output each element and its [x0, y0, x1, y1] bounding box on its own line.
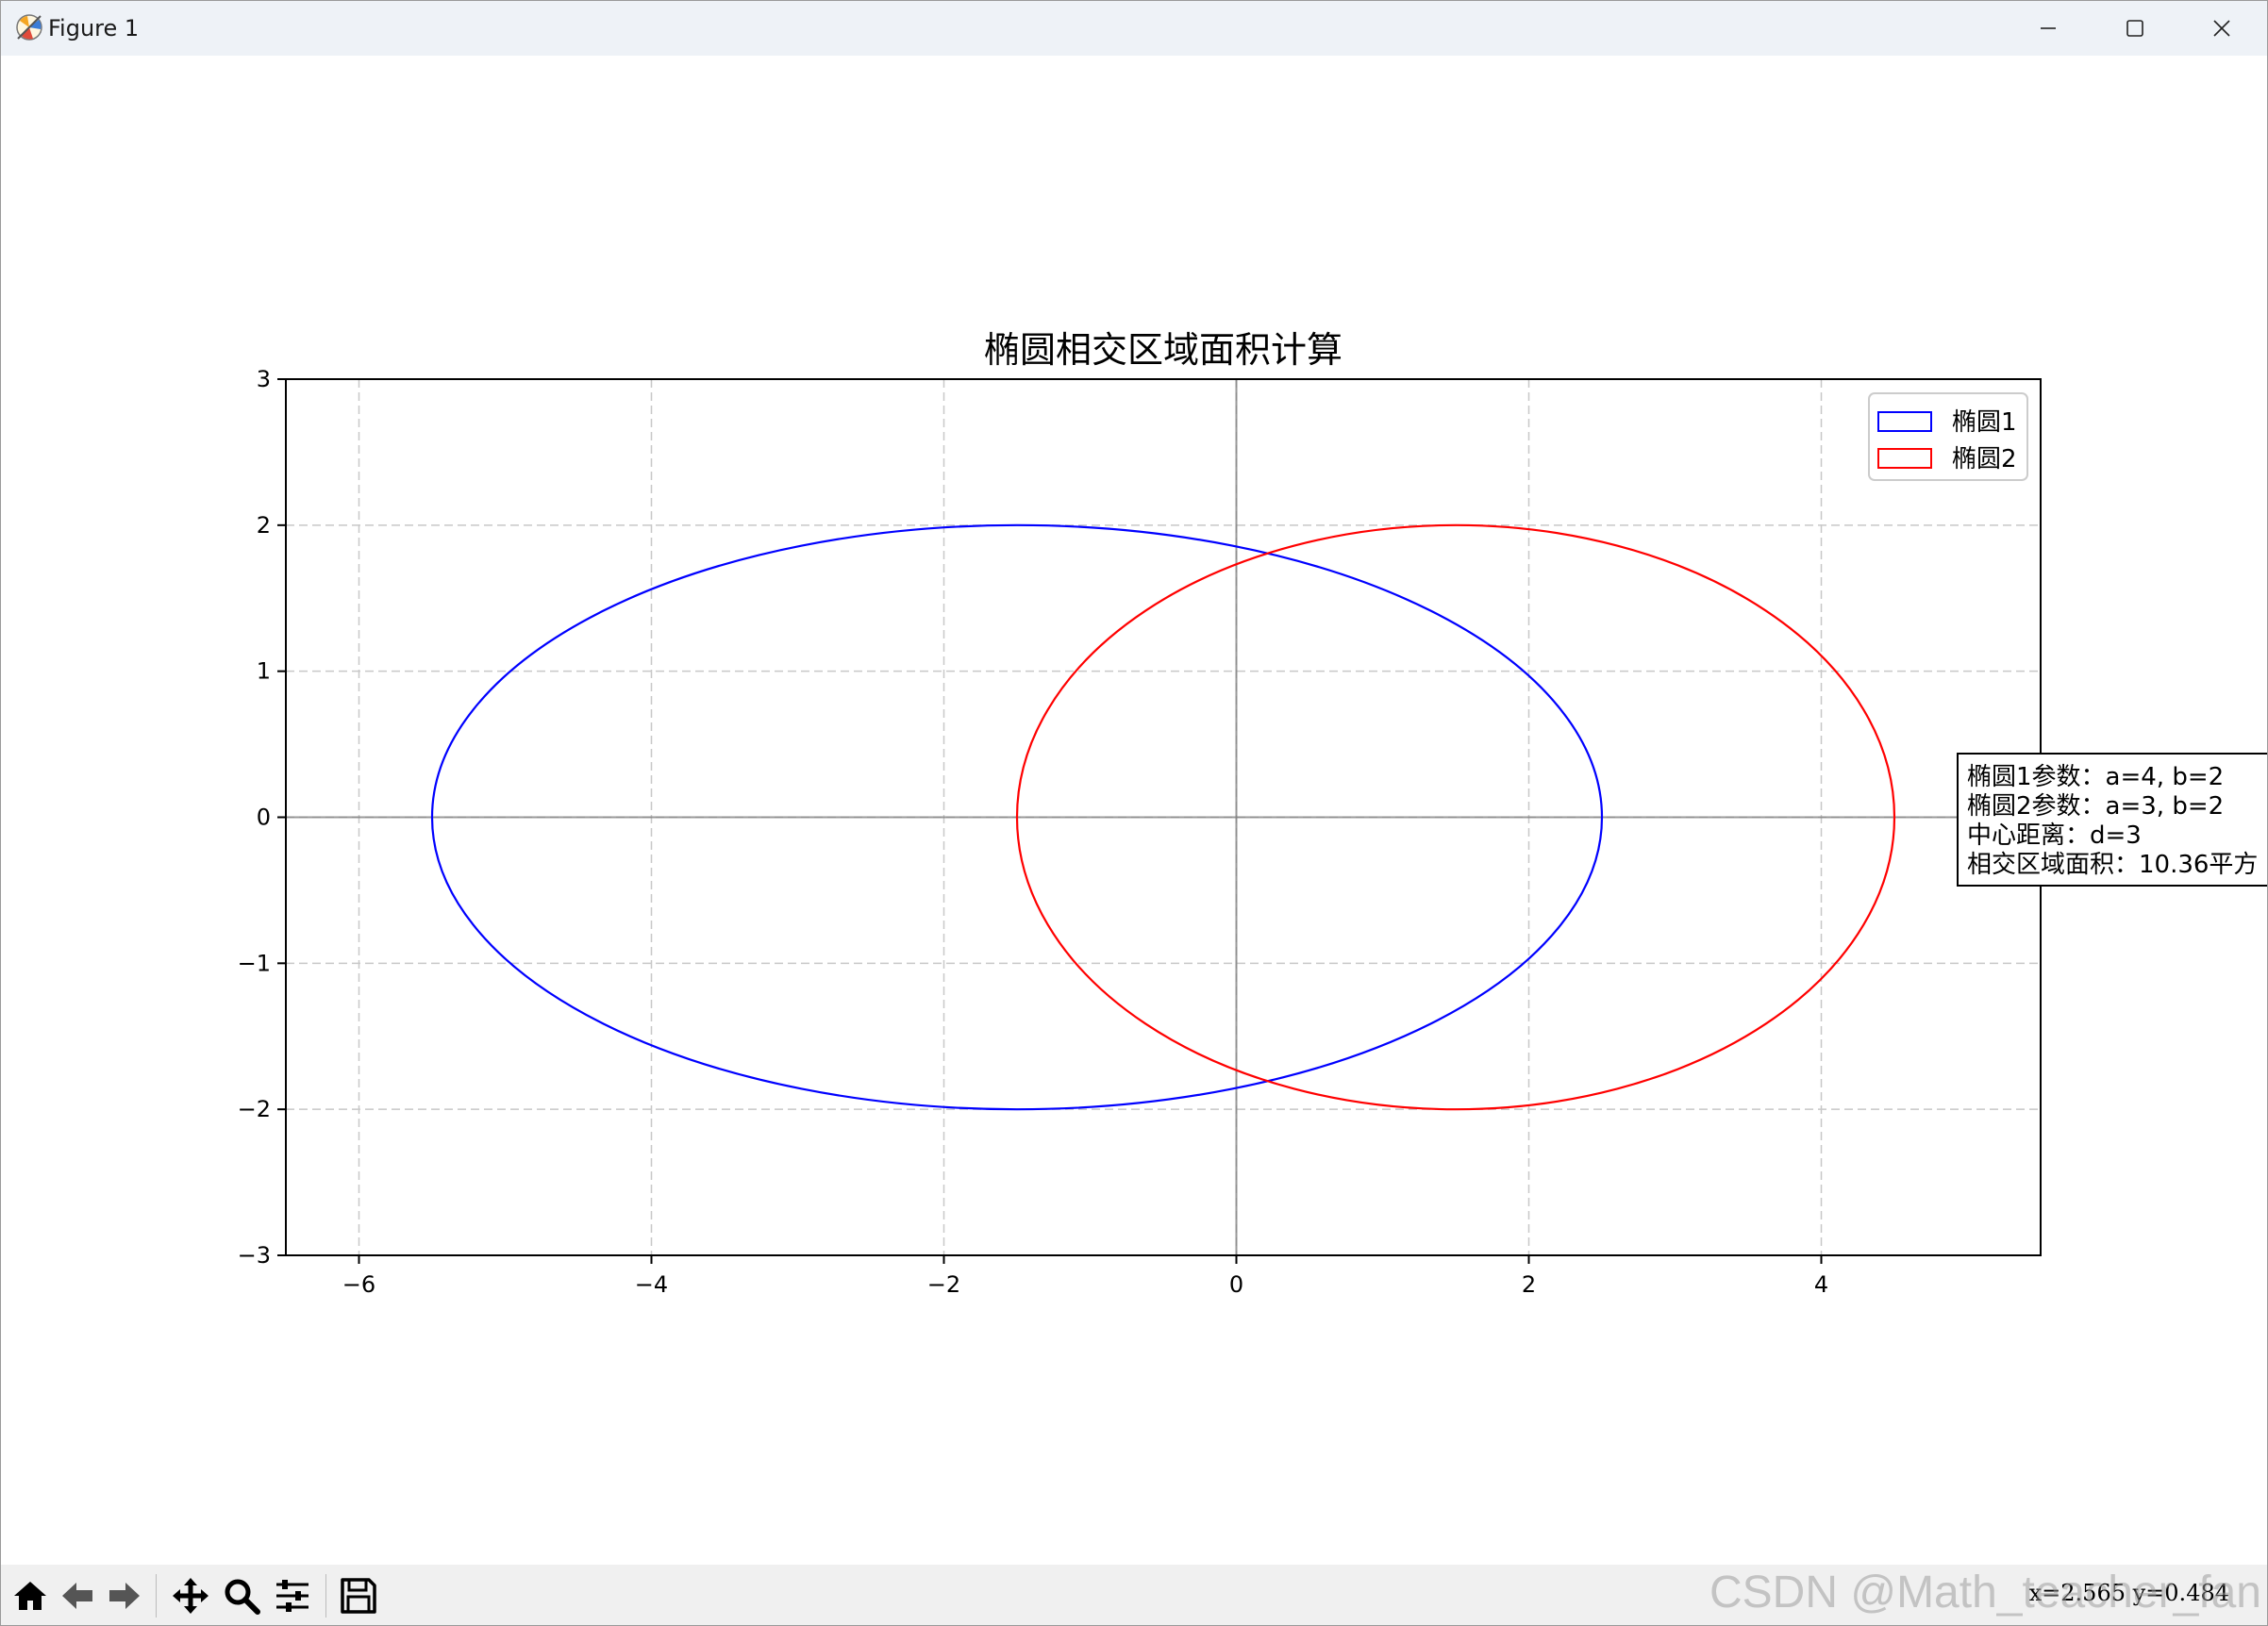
- arrow-left-icon: [62, 1583, 92, 1609]
- toolbar-separator: [156, 1574, 157, 1618]
- maximize-icon: [2126, 20, 2143, 37]
- y-tick-label: 3: [257, 366, 271, 392]
- reference-lines: [286, 379, 2041, 1255]
- close-icon: [2213, 20, 2230, 37]
- annotation-line: 中心距离：d=3: [1967, 821, 2142, 850]
- info-annotation: 椭圆1参数：a=4, b=2椭圆2参数：a=3, b=2中心距离：d=3相交区域…: [1957, 753, 2267, 887]
- move-icon: [173, 1578, 208, 1614]
- save-button[interactable]: [335, 1572, 382, 1619]
- floppy-disk-icon: [341, 1578, 376, 1614]
- x-tick-label: −4: [635, 1271, 668, 1298]
- y-tick-label: −3: [238, 1242, 271, 1269]
- y-tick-label: 1: [257, 658, 271, 685]
- x-tick-label: −6: [342, 1271, 375, 1298]
- pan-button[interactable]: [167, 1572, 214, 1619]
- legend-label: 椭圆1: [1952, 408, 2017, 437]
- y-axis: −3 −2 −1 0 1 2 3: [238, 366, 286, 1269]
- magnifier-icon: [225, 1579, 260, 1615]
- y-tick-label: −1: [238, 950, 271, 976]
- x-tick-label: 4: [1814, 1271, 1828, 1298]
- annotation-line: 椭圆2参数：a=3, b=2: [1967, 792, 2224, 821]
- toolbar-separator: [325, 1574, 326, 1618]
- title-bar[interactable]: Figure 1: [1, 1, 2267, 56]
- cursor-coordinates: x=2.565 y=0.484: [2028, 1580, 2229, 1606]
- minimize-button[interactable]: [2005, 1, 2092, 56]
- sliders-icon: [276, 1580, 309, 1612]
- x-tick-label: −2: [927, 1271, 960, 1298]
- back-button[interactable]: [54, 1572, 101, 1619]
- figure-window: Figure 1 椭圆相交区域面积计算 −6 −4 −2 0 2 4 −3 −2 −1 0 1 2 3: [0, 0, 2268, 1626]
- forward-button[interactable]: [101, 1572, 148, 1619]
- annotation-line: 椭圆1参数：a=4, b=2: [1967, 763, 2224, 791]
- chart-title: 椭圆相交区域面积计算: [984, 329, 1342, 371]
- x-tick-label: 2: [1522, 1271, 1536, 1298]
- minimize-icon: [2041, 27, 2056, 29]
- arrow-right-icon: [109, 1583, 140, 1609]
- window-title: Figure 1: [48, 15, 140, 41]
- y-tick-label: 2: [257, 512, 271, 539]
- y-tick-label: −2: [238, 1096, 271, 1122]
- home-button[interactable]: [7, 1572, 54, 1619]
- x-axis: −6 −4 −2 0 2 4: [342, 1255, 1828, 1298]
- matplotlib-icon: [16, 14, 42, 41]
- configure-subplots-button[interactable]: [269, 1572, 316, 1619]
- x-tick-label: 0: [1229, 1271, 1243, 1298]
- home-icon: [14, 1582, 46, 1610]
- legend: 椭圆1椭圆2: [1868, 392, 2028, 481]
- maximize-button[interactable]: [2092, 1, 2178, 56]
- y-tick-label: 0: [257, 805, 271, 831]
- annotation-line: 相交区域面积：10.36平方: [1967, 851, 2258, 879]
- figure-canvas[interactable]: 椭圆相交区域面积计算 −6 −4 −2 0 2 4 −3−2−10123 椭圆1椭圆2 椭…: [1, 56, 2268, 1565]
- legend-label: 椭圆2: [1952, 445, 2017, 473]
- navigation-toolbar: x=2.565 y=0.484 CSDN @Math_teacher_fan: [1, 1565, 2267, 1625]
- close-button[interactable]: [2178, 1, 2265, 56]
- zoom-button[interactable]: [218, 1572, 265, 1619]
